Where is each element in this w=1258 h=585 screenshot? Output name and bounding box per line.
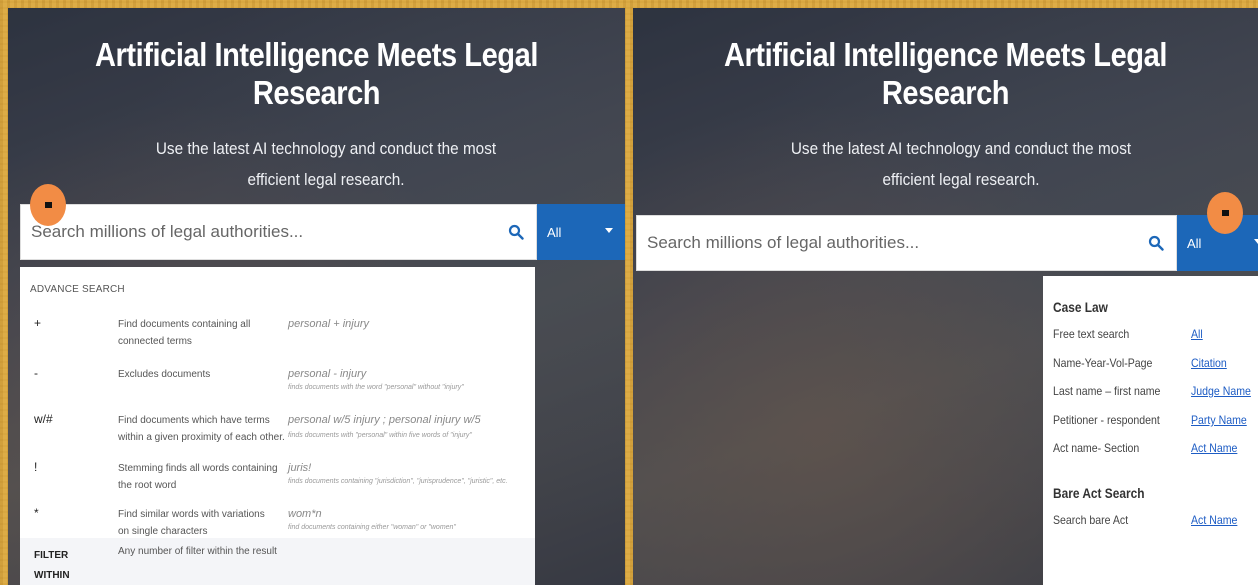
option-label: Free text search: [1053, 327, 1130, 341]
advance-search-heading: ADVANCE SEARCH: [30, 284, 125, 295]
click-marker: [30, 184, 66, 226]
operator-description: Find documents containing all connected …: [118, 319, 251, 347]
hero-title: Artificial Intelligence Meets Legal Rese…: [95, 36, 538, 111]
case-law-option[interactable]: Name-Year-Vol-Page Citation: [1053, 356, 1258, 374]
click-marker: [1207, 192, 1243, 234]
operator-description: Excludes documents: [118, 369, 211, 380]
category-select-value: All: [1187, 235, 1202, 251]
operator-example: personal - injury: [288, 368, 367, 380]
option-label: Search bare Act: [1053, 513, 1129, 527]
option-label: Last name – first name: [1053, 384, 1161, 398]
option-label: Petitioner - respondent: [1053, 413, 1160, 427]
operator-symbol: w/#: [34, 412, 53, 426]
case-law-option[interactable]: Free text search All: [1053, 327, 1258, 345]
case-law-option[interactable]: Last name – first name Judge Name: [1053, 384, 1258, 402]
category-select[interactable]: All: [537, 204, 625, 260]
operator-description: Find documents which have terms within a…: [118, 415, 285, 443]
search-box: [636, 215, 1177, 271]
operator-description: Find similar words with variations on si…: [118, 509, 265, 537]
option-link[interactable]: All: [1191, 327, 1203, 341]
chevron-down-icon: [1254, 239, 1258, 244]
operator-note: finds documents containing "jurisdiction…: [288, 478, 508, 485]
operator-note: finds documents with the word "personal"…: [288, 384, 464, 391]
search-icon[interactable]: [496, 204, 536, 260]
left-screenshot-panel: Artificial Intelligence Meets Legal Rese…: [8, 8, 625, 585]
operator-note: find documents containing either "woman"…: [288, 524, 456, 531]
search-input[interactable]: [637, 233, 1136, 253]
operator-example: wom*n: [288, 508, 322, 520]
operator-note: finds documents with "personal" within f…: [288, 432, 472, 439]
option-link[interactable]: Act Name: [1191, 513, 1237, 527]
right-screenshot-panel: Artificial Intelligence Meets Legal Rese…: [633, 8, 1258, 585]
filter-within-result-description: Any number of filter within the result: [118, 546, 277, 557]
option-link[interactable]: Citation: [1191, 356, 1227, 370]
operator-example: juris!: [288, 462, 312, 474]
chevron-down-icon: [605, 228, 613, 233]
option-label: Name-Year-Vol-Page: [1053, 356, 1153, 370]
hero-title: Artificial Intelligence Meets Legal Rese…: [724, 36, 1167, 111]
operator-example: personal + injury: [288, 318, 370, 330]
search-box: [20, 204, 537, 260]
hero-subtitle: Use the latest AI technology and conduct…: [790, 139, 1132, 189]
option-label: Act name- Section: [1053, 441, 1140, 455]
case-law-option[interactable]: Petitioner - respondent Party Name: [1053, 413, 1258, 431]
option-link[interactable]: Party Name: [1191, 413, 1247, 427]
filter-within-result-label: FILTER WITHIN RESULT: [34, 550, 70, 581]
hero-subtitle: Use the latest AI technology and conduct…: [155, 139, 497, 189]
search-icon[interactable]: [1136, 215, 1176, 271]
bare-act-heading: Bare Act Search: [1053, 485, 1145, 501]
option-link[interactable]: Act Name: [1191, 441, 1237, 455]
category-select-value: All: [547, 224, 562, 240]
advance-search-panel: ADVANCE SEARCH + Find documents containi…: [20, 267, 535, 585]
operator-symbol: *: [34, 506, 39, 520]
search-input[interactable]: [21, 222, 496, 242]
case-law-heading: Case Law: [1053, 299, 1108, 315]
bare-act-option[interactable]: Search bare Act Act Name: [1053, 513, 1258, 531]
operator-symbol: !: [34, 460, 38, 474]
option-link[interactable]: Judge Name: [1191, 384, 1251, 398]
operator-symbol: -: [34, 366, 38, 380]
search-category-dropdown: Case Law Free text search All Name-Year-…: [1043, 276, 1258, 585]
operator-description: Stemming finds all words containing the …: [118, 463, 278, 491]
case-law-option[interactable]: Act name- Section Act Name: [1053, 441, 1258, 459]
operator-example: personal w/5 injury ; personal injury w/…: [288, 414, 481, 426]
operator-symbol: +: [34, 316, 42, 330]
filter-within-result-row: FILTER WITHIN RESULT Any number of filte…: [20, 538, 535, 585]
